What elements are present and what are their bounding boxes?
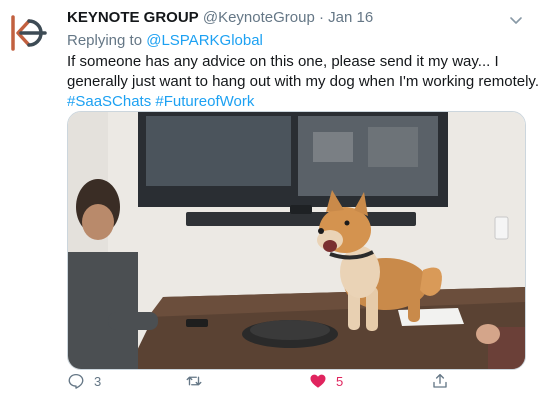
retweet-icon — [186, 376, 202, 386]
hashtag-link[interactable]: #FutureofWork — [155, 93, 254, 110]
like-count: 5 — [336, 373, 344, 389]
display-name[interactable]: KEYNOTE GROUP — [67, 9, 199, 26]
reply-count: 3 — [94, 373, 102, 389]
replying-to-label: Replying to — [67, 32, 143, 49]
tweet-date[interactable]: Jan 16 — [328, 9, 373, 26]
handle[interactable]: @KeynoteGroup — [203, 9, 315, 26]
chevron-down-icon — [510, 17, 522, 24]
tweet-photo[interactable] — [67, 111, 526, 370]
tweet-actions: 3 5 — [67, 372, 517, 394]
more-menu-button[interactable] — [508, 12, 524, 28]
separator: · — [319, 9, 324, 26]
share-button[interactable] — [431, 372, 449, 390]
tweet-text-line: generally just want to hang out with my … — [67, 73, 540, 90]
comment-icon — [68, 373, 84, 389]
replying-to: Replying to @LSPARKGlobal — [67, 32, 263, 49]
heart-icon — [310, 374, 326, 388]
dog-photo-icon — [68, 112, 525, 369]
tweet[interactable]: KEYNOTE GROUP @KeynoteGroup · Jan 16 Rep… — [0, 0, 540, 402]
avatar[interactable] — [9, 12, 51, 54]
retweet-button[interactable] — [185, 372, 212, 390]
hashtag-link[interactable]: #SaaSChats — [67, 93, 151, 110]
keynote-logo-icon — [11, 15, 47, 51]
tweet-text-line: If someone has any advice on this one, p… — [67, 53, 499, 70]
tweet-text: If someone has any advice on this one, p… — [67, 52, 540, 112]
reply-button[interactable]: 3 — [67, 372, 101, 390]
replying-to-link[interactable]: @LSPARKGlobal — [146, 32, 263, 49]
like-button[interactable]: 5 — [309, 372, 343, 390]
share-icon — [433, 373, 447, 388]
tweet-header: KEYNOTE GROUP @KeynoteGroup · Jan 16 — [67, 9, 373, 26]
